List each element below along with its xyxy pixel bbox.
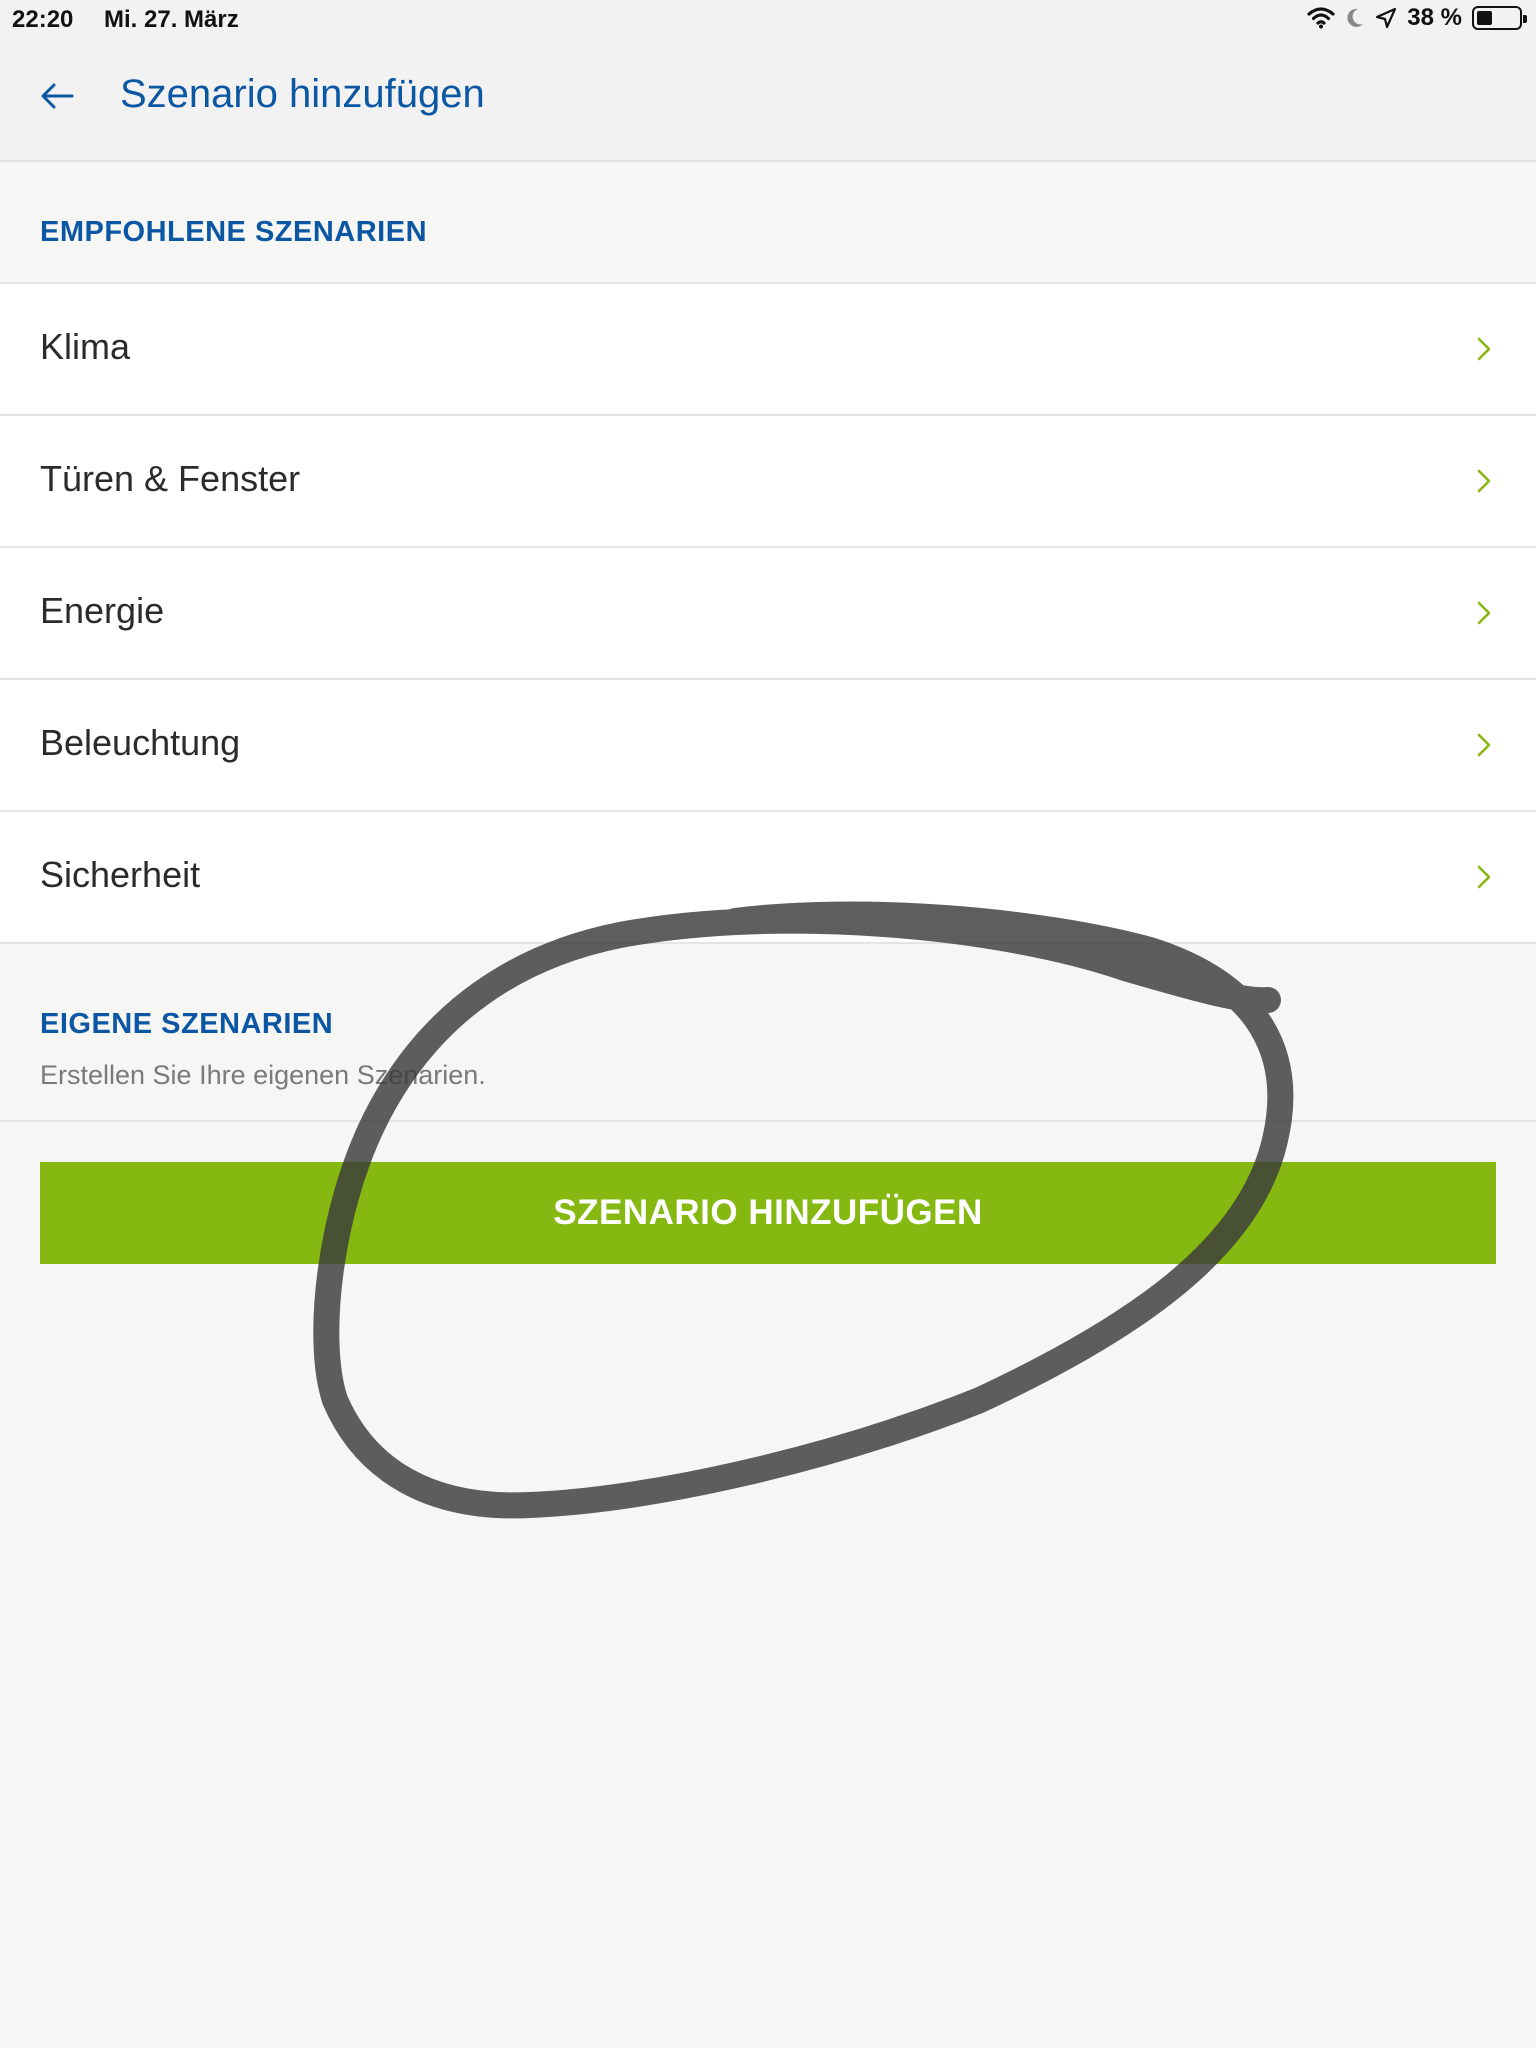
chevron-right-icon — [1477, 865, 1491, 889]
arrow-left-icon — [41, 83, 74, 109]
location-arrow-icon — [1376, 7, 1397, 29]
chevron-right-icon — [1477, 733, 1491, 757]
status-icons: 38 % — [1307, 4, 1527, 32]
page-title: Szenario hinzufügen — [120, 72, 485, 116]
recommended-section-header: EMPFOHLENE SZENARIEN — [0, 164, 1536, 282]
status-time: 22:20 — [12, 6, 74, 33]
chevron-right-icon — [1477, 469, 1491, 493]
list-item-beleuchtung[interactable]: Beleuchtung — [0, 680, 1536, 812]
list-item-label: Türen & Fenster — [40, 458, 301, 499]
battery-nub — [1523, 15, 1527, 23]
own-section-title: EIGENE SZENARIEN — [40, 1008, 334, 1040]
battery-level — [1477, 11, 1492, 25]
chevron-right-icon — [1477, 601, 1491, 625]
recommended-list: Klima Türen & Fenster Energie Beleuchtun… — [0, 282, 1536, 944]
list-item-klima[interactable]: Klima — [0, 284, 1536, 416]
list-item-energie[interactable]: Energie — [0, 548, 1536, 680]
list-item-label: Energie — [40, 590, 165, 631]
add-scenario-button[interactable]: SZENARIO HINZUFÜGEN — [40, 1162, 1496, 1264]
back-button[interactable] — [38, 80, 82, 112]
recommended-section-title: EMPFOHLENE SZENARIEN — [40, 216, 428, 248]
moon-icon — [1347, 8, 1364, 27]
list-item-label: Sicherheit — [40, 854, 201, 895]
chevron-right-icon — [1477, 337, 1491, 361]
battery-percent: 38 % — [1407, 4, 1462, 31]
status-date: Mi. 27. März — [104, 6, 239, 33]
section-divider — [0, 1120, 1536, 1122]
list-item-sicherheit[interactable]: Sicherheit — [0, 812, 1536, 944]
wifi-icon — [1307, 7, 1335, 29]
list-item-label: Klima — [40, 326, 131, 367]
list-item-tueren-fenster[interactable]: Türen & Fenster — [0, 416, 1536, 548]
status-bar: 22:20 Mi. 27. März 38 % — [0, 0, 1536, 40]
nav-bar: Szenario hinzufügen — [0, 40, 1536, 162]
own-section-subtitle: Erstellen Sie Ihre eigenen Szenarien. — [40, 1060, 486, 1090]
list-item-label: Beleuchtung — [40, 722, 241, 763]
battery-icon — [1472, 6, 1527, 30]
